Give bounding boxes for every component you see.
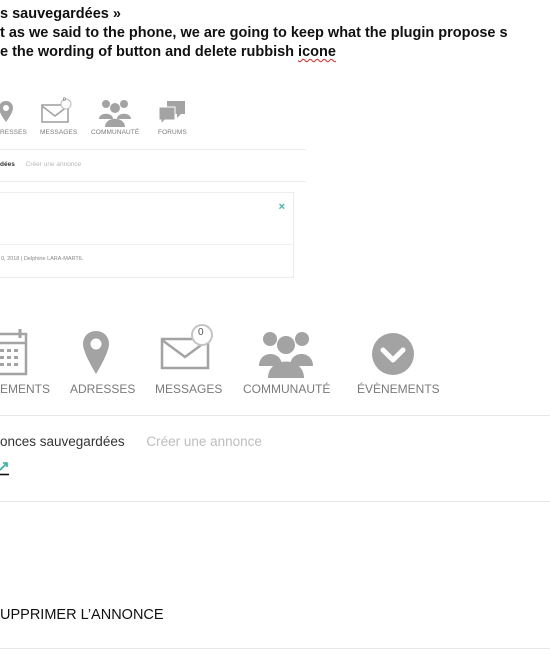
card-separator — [0, 244, 293, 245]
envelope-icon — [41, 98, 72, 123]
note-line-3: e the wording of button and delete rubbi… — [0, 44, 336, 61]
nav-label: COMMUNAUTÉ — [243, 382, 331, 396]
small-divider — [0, 149, 306, 150]
small-tabs: dées Créer une annonce — [0, 161, 81, 168]
tab-create-listing[interactable]: Créer une annonce — [146, 434, 262, 449]
nav-label: MESSAGES — [155, 382, 223, 396]
large-divider — [0, 648, 550, 649]
small-tab-saved[interactable]: dées — [0, 161, 15, 168]
small-listing-card: × 0, 2018 | Delphine LARA-MARTIL — [0, 192, 294, 278]
small-tab-create[interactable]: Créer une annonce — [26, 161, 82, 168]
note-line-3-text: e the wording of button and delete rubbi… — [0, 44, 299, 60]
close-icon[interactable]: × — [279, 201, 285, 213]
chevron-circle-icon — [372, 333, 414, 375]
small-nav-label: COMMUNAUTÉ — [91, 129, 140, 136]
small-nav-label: RESSES — [0, 129, 27, 136]
nav-label: ÉVÈNEMENTS — [357, 382, 440, 396]
note-line-1: s sauvegardées » — [0, 6, 121, 22]
users-icon — [259, 332, 313, 378]
envelope-icon — [160, 324, 213, 370]
small-divider — [0, 181, 306, 182]
external-link-icon[interactable] — [0, 460, 10, 476]
note-line-2: t as we said to the phone, we are going … — [0, 25, 508, 41]
delete-listing-button[interactable]: UPPRIMER L’ANNONCE — [0, 607, 164, 623]
calendar-icon — [0, 329, 28, 376]
small-nav-label: FORUMS — [158, 129, 187, 136]
listing-meta: 0, 2018 | Delphine LARA-MARTIL — [1, 256, 84, 262]
nav-label: EMENTS — [0, 382, 51, 396]
chat-bubbles-icon — [158, 101, 185, 126]
message-badge: 0 — [63, 97, 66, 103]
users-icon — [99, 100, 131, 127]
nav-label: ADRESSES — [70, 382, 136, 396]
small-nav-bar: RESSES 0 MESSAGES COMMUNAUTÉ FORUMS — [0, 96, 310, 142]
message-badge: 0 — [198, 327, 204, 338]
large-nav-bar: EMENTS ADRESSES 0 MESSAGES COMMUNAUTÉ ÉV… — [0, 322, 550, 402]
tab-saved-listings[interactable]: onces sauvegardées — [0, 434, 125, 449]
map-pin-icon — [0, 101, 13, 122]
large-divider — [0, 501, 550, 502]
map-pin-icon — [83, 331, 109, 374]
misspelled-word: icone — [298, 44, 336, 60]
large-divider — [0, 415, 550, 416]
large-tabs: onces sauvegardées Créer une annonce — [0, 434, 262, 449]
small-nav-label: MESSAGES — [40, 129, 78, 136]
